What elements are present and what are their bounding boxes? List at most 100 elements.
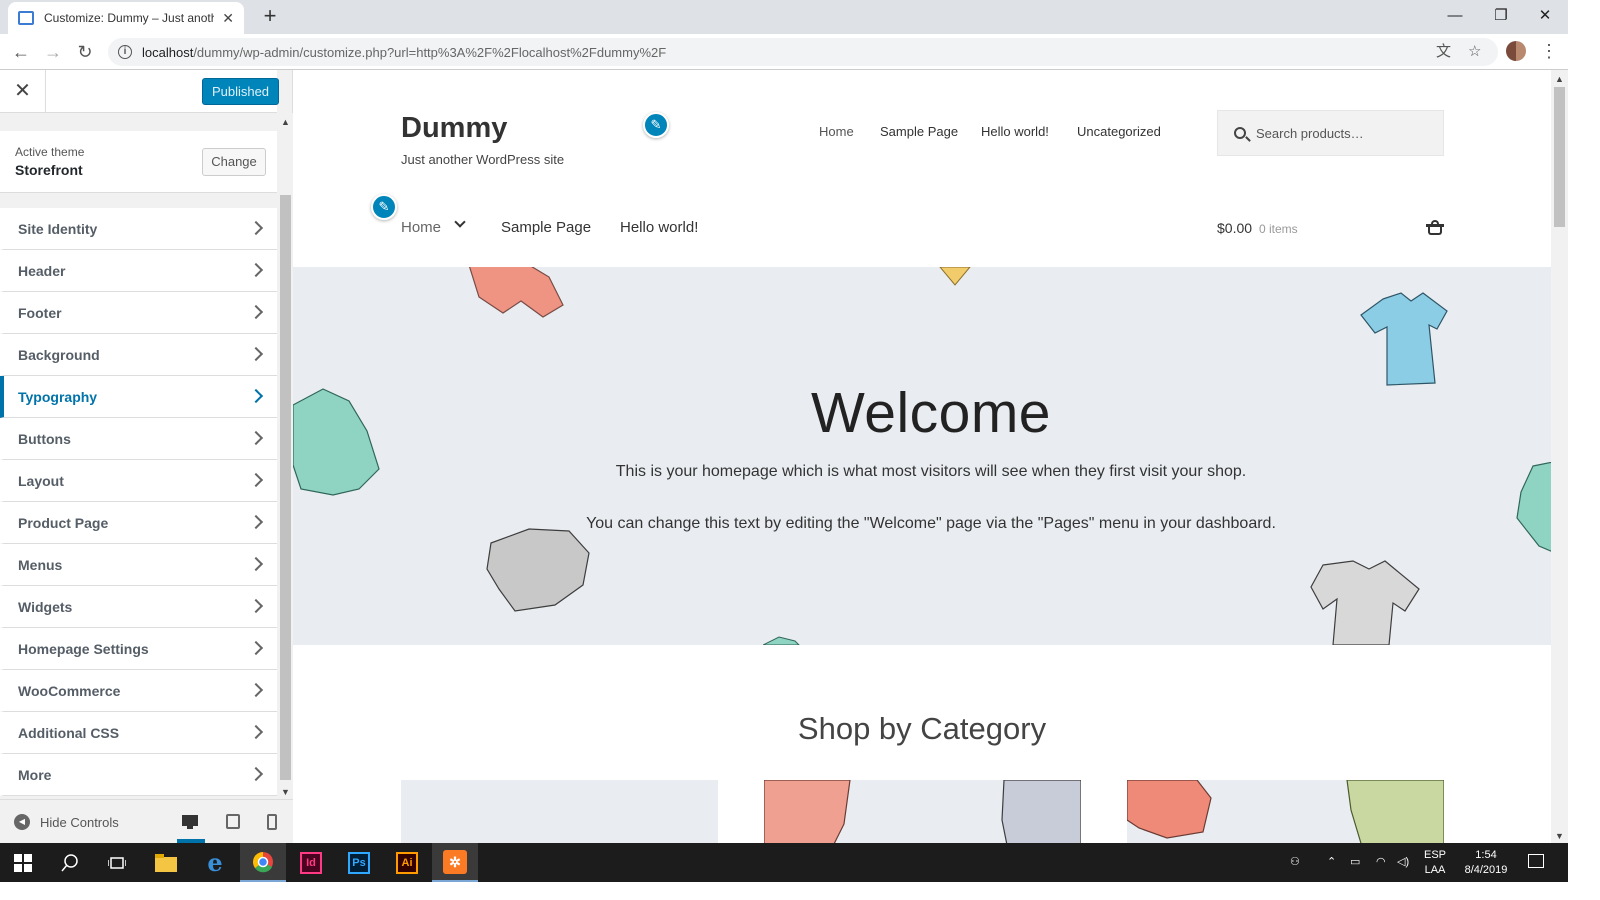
hoodies-category-illustration (764, 780, 1081, 843)
panel-layout[interactable]: Layout (0, 460, 277, 502)
sidebar-scroll-thumb[interactable] (280, 195, 291, 780)
teal-fragment-illustration (763, 636, 800, 645)
volume-icon[interactable]: ◁) (1397, 843, 1409, 882)
site-title[interactable]: Dummy (401, 112, 507, 145)
url-text: localhost/dummy/wp-admin/customize.php?u… (142, 45, 666, 60)
primary-nav-hello-world[interactable]: Hello world! (620, 219, 698, 236)
panel-background[interactable]: Background (0, 334, 277, 376)
panel-homepage-settings[interactable]: Homepage Settings (0, 628, 277, 670)
category-card-1[interactable] (401, 780, 718, 843)
panel-buttons[interactable]: Buttons (0, 418, 277, 460)
site-info-icon[interactable]: i (118, 45, 132, 59)
shop-by-category-title: Shop by Category (797, 711, 1047, 746)
hero-title: Welcome (810, 381, 1052, 445)
file-explorer-icon[interactable] (143, 843, 189, 882)
action-center-icon[interactable] (1528, 854, 1544, 868)
product-search-input[interactable]: Search products… (1217, 110, 1444, 156)
panel-header[interactable]: Header (0, 250, 277, 292)
sidebar-scrollbar[interactable]: ▲ ▼ (278, 113, 293, 799)
secondary-nav-sample-page[interactable]: Sample Page (880, 124, 958, 139)
hero-paragraph-1: This is your homepage which is what most… (615, 463, 1247, 480)
basket-icon[interactable] (1426, 220, 1444, 236)
cart-amount[interactable]: $0.00 (1217, 220, 1252, 236)
secondary-nav-hello-world[interactable]: Hello world! (981, 124, 1049, 139)
panel-typography[interactable]: Typography (0, 376, 277, 418)
panel-menus[interactable]: Menus (0, 544, 277, 586)
primary-nav-home[interactable]: Home (401, 219, 441, 236)
people-icon[interactable]: ⚇ (1290, 843, 1300, 882)
change-theme-button[interactable]: Change (202, 148, 266, 176)
tablet-preview-icon[interactable] (224, 812, 244, 832)
panel-label: Header (18, 263, 66, 279)
new-tab-icon[interactable]: + (258, 4, 282, 28)
hide-controls-label: Hide Controls (40, 814, 119, 830)
chevron-right-icon (248, 220, 264, 236)
task-view-icon[interactable] (94, 843, 140, 882)
secondary-nav-home[interactable]: Home (819, 124, 854, 139)
close-customizer-icon[interactable]: ✕ (0, 70, 46, 113)
url-field[interactable]: i localhost/dummy/wp-admin/customize.php… (108, 38, 1498, 66)
category-card-3[interactable] (1127, 780, 1444, 843)
indesign-icon[interactable]: Id (288, 843, 334, 882)
reload-icon[interactable]: ↻ (72, 39, 98, 65)
indesign-label: Id (300, 851, 322, 874)
minimize-icon[interactable]: — (1432, 2, 1478, 30)
chevron-right-icon (248, 304, 264, 320)
illustrator-label: Ai (396, 851, 418, 874)
scroll-up-icon[interactable]: ▲ (281, 117, 290, 127)
site-preview: Dummy Just another WordPress site ✎ ✎ Ho… (293, 70, 1551, 843)
tab-close-icon[interactable]: ✕ (222, 10, 234, 27)
window-close-icon[interactable]: ✕ (1522, 2, 1568, 30)
panel-woocommerce[interactable]: WooCommerce (0, 670, 277, 712)
edge-browser-icon[interactable]: e (192, 843, 238, 882)
browser-menu-icon[interactable]: ⋮ (1540, 41, 1558, 61)
windows-start-icon[interactable] (0, 843, 46, 882)
secondary-nav-uncategorized[interactable]: Uncategorized (1077, 124, 1161, 139)
primary-nav-sample-page[interactable]: Sample Page (501, 219, 591, 236)
panel-widgets[interactable]: Widgets (0, 586, 277, 628)
hide-controls-button[interactable]: ◀ Hide Controls (14, 814, 119, 830)
chevron-right-icon (248, 598, 264, 614)
back-icon[interactable]: ← (8, 39, 34, 65)
browser-tab[interactable]: Customize: Dummy – Just another ✕ (8, 2, 244, 34)
restore-icon[interactable]: ❐ (1478, 2, 1524, 30)
profile-avatar[interactable] (1506, 41, 1526, 61)
battery-icon[interactable]: ▭ (1350, 843, 1360, 882)
panel-footer[interactable]: Footer (0, 292, 277, 334)
preview-scrollbar[interactable]: ▲ ▼ (1551, 70, 1568, 843)
preview-scroll-thumb[interactable] (1554, 87, 1565, 227)
category-card-2[interactable] (764, 780, 1081, 843)
chevron-right-icon (248, 388, 264, 404)
xampp-icon[interactable]: ✲ (432, 843, 478, 882)
wifi-icon[interactable]: ◠ (1376, 843, 1386, 882)
input-language[interactable]: ESP LAA (1420, 848, 1450, 878)
panel-label: Layout (18, 473, 64, 489)
chrome-taskbar-icon[interactable] (240, 843, 286, 882)
panel-more[interactable]: More (0, 754, 277, 796)
panel-product-page[interactable]: Product Page (0, 502, 277, 544)
edit-menu-pencil-icon[interactable]: ✎ (371, 194, 397, 220)
publish-button[interactable]: Published (202, 78, 279, 105)
panel-label: Site Identity (18, 221, 98, 237)
clock[interactable]: 1:54 8/4/2019 (1460, 848, 1512, 878)
scroll-down-icon[interactable]: ▼ (281, 787, 290, 797)
panel-site-identity[interactable]: Site Identity (0, 208, 277, 250)
search-taskbar-icon[interactable] (47, 843, 93, 882)
windows-taskbar: e Id Ps Ai ✲ ⚇ ⌃ ▭ ◠ ◁) ESP LAA 1:54 8/4/2… (0, 843, 1568, 882)
chevron-right-icon (248, 472, 264, 488)
mobile-preview-icon[interactable] (263, 812, 283, 832)
translate-icon[interactable]: 文 (1436, 38, 1451, 66)
preview-scroll-up-icon[interactable]: ▲ (1555, 74, 1564, 84)
chevron-down-icon[interactable] (454, 216, 466, 228)
forward-icon[interactable]: → (40, 39, 66, 65)
edit-shortcut-pencil-icon[interactable]: ✎ (643, 112, 669, 138)
red-hoodie-illustration (468, 267, 564, 318)
photoshop-icon[interactable]: Ps (336, 843, 382, 882)
bookmark-star-icon[interactable]: ☆ (1468, 38, 1481, 66)
preview-scroll-down-icon[interactable]: ▼ (1555, 831, 1564, 841)
panel-additional-css[interactable]: Additional CSS (0, 712, 277, 754)
desktop-preview-icon[interactable] (177, 812, 205, 843)
illustrator-icon[interactable]: Ai (384, 843, 430, 882)
show-hidden-icons-chevron-icon[interactable]: ⌃ (1327, 843, 1336, 882)
cart-count[interactable]: 0 items (1259, 222, 1298, 236)
